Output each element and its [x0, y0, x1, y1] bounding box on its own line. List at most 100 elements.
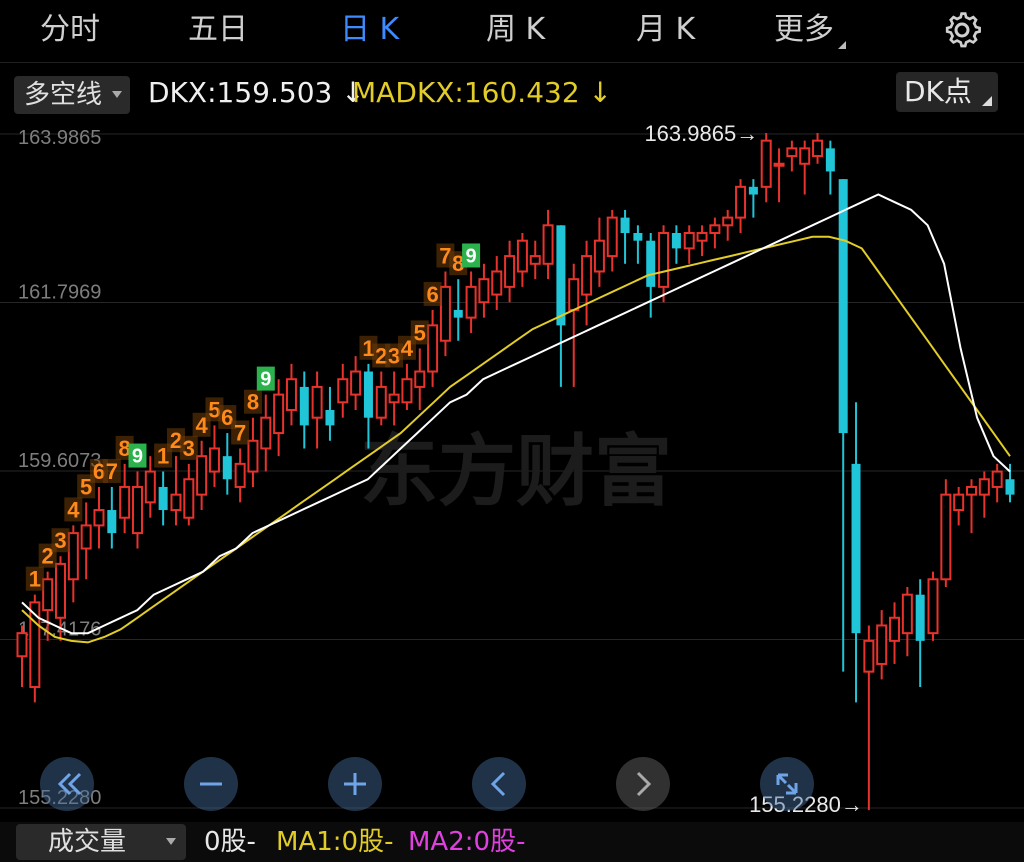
tab-weekly-k[interactable]: 周 K: [486, 8, 545, 52]
td-count-label: 9: [260, 369, 271, 391]
candle-body: [67, 532, 79, 581]
scroll-left-button[interactable]: [472, 757, 526, 811]
candle-body: [838, 179, 848, 434]
tab-monthly-k[interactable]: 月 K: [636, 8, 695, 52]
candle-body: [516, 239, 528, 273]
reset-view-button[interactable]: [760, 757, 814, 811]
tab-daily-k[interactable]: 日 K: [340, 8, 399, 52]
corner-triangle-icon: [981, 96, 992, 106]
td-count-label: 9: [466, 245, 477, 267]
tab-intraday[interactable]: 分时: [40, 8, 100, 52]
left-icon: [490, 771, 506, 797]
candle-body: [158, 486, 168, 511]
candle-body: [709, 224, 721, 235]
dropdown-arrow-icon: [112, 91, 123, 98]
candle-body: [183, 478, 195, 519]
volume-select-label: 成交量: [48, 827, 127, 857]
period-tab-bar: 分时 五日 日 K 周 K 月 K 更多: [0, 0, 1024, 62]
candle-body: [915, 594, 925, 641]
candle-body: [671, 233, 681, 249]
reset-icon: [776, 773, 798, 795]
candle-body: [927, 578, 939, 635]
candle-body: [80, 524, 92, 550]
indicator-select-label: 多空线: [24, 80, 103, 110]
candle-body: [863, 639, 875, 673]
candle-body: [16, 632, 28, 658]
candle-body: [196, 455, 208, 496]
candle-body: [953, 493, 965, 512]
y-axis-label: 159.6073: [18, 450, 101, 472]
candle-body: [234, 462, 246, 488]
candle-body: [876, 624, 888, 665]
volume-ma2: MA2:0股-: [408, 827, 526, 857]
candle-body: [388, 393, 400, 404]
candle-body: [478, 278, 490, 304]
kline-chart[interactable]: 东方财富 163.9865161.7969159.6073157.4176155…: [0, 118, 1024, 820]
candle-body: [812, 139, 824, 158]
candle-body: [646, 240, 656, 287]
candle-body: [940, 493, 952, 581]
candle-body: [337, 378, 349, 404]
candle-body: [427, 324, 439, 373]
candle-body: [735, 185, 747, 219]
tab-more-label: 更多: [774, 12, 834, 47]
candle-body: [260, 416, 272, 450]
gear-icon[interactable]: [940, 10, 984, 50]
tab-divider: [0, 62, 1024, 63]
candle-body: [1005, 479, 1015, 495]
tab-five-day[interactable]: 五日: [188, 8, 248, 52]
candle-body: [144, 470, 156, 504]
candle-body: [889, 616, 901, 642]
candle-body: [593, 239, 605, 273]
candle-body: [760, 139, 772, 188]
candle-body: [131, 485, 143, 535]
candle-body: [93, 509, 105, 527]
candle-body: [42, 578, 54, 612]
dkx-line: [21, 193, 1011, 635]
candle-body: [325, 409, 335, 426]
candle-body: [363, 371, 373, 418]
candle-body: [773, 162, 785, 167]
candle-body: [851, 463, 861, 634]
volume-ma1: MA1:0股-: [276, 827, 394, 857]
high-price-mark: 163.9865→: [644, 121, 758, 146]
zoom-out-button[interactable]: [184, 757, 238, 811]
candle-body: [465, 285, 477, 319]
candle-body: [581, 255, 593, 296]
indicator-lines: [21, 193, 1011, 644]
double-left-icon: [57, 772, 82, 796]
candle-body: [414, 370, 426, 388]
scroll-right-button[interactable]: [616, 757, 670, 811]
candle-body: [748, 186, 758, 195]
candle-body: [633, 233, 643, 241]
candle-body: [696, 232, 708, 242]
scroll-start-button[interactable]: [40, 757, 94, 811]
td-count-label: 1: [29, 567, 41, 592]
indicator-bar: 多空线 DKX:159.503 ↓ MADKX:160.432 ↓ DK点: [0, 70, 1024, 116]
candle-body: [208, 447, 220, 473]
candle-body: [556, 225, 566, 326]
tab-more[interactable]: 更多: [774, 8, 846, 52]
td-count-label: 3: [54, 528, 66, 553]
watermark: 东方财富: [360, 427, 672, 517]
dk-point-button[interactable]: DK点: [896, 72, 998, 112]
candle-body: [350, 370, 362, 396]
candle-body: [568, 278, 580, 311]
candle-body: [786, 147, 798, 158]
candle-body: [311, 385, 323, 419]
zoom-in-button[interactable]: [328, 757, 382, 811]
indicator-select[interactable]: 多空线: [14, 76, 131, 114]
volume-select[interactable]: 成交量: [16, 824, 186, 860]
y-axis-labels: 163.9865161.7969159.6073157.4176155.2280: [18, 127, 101, 809]
candle-body: [375, 385, 387, 419]
dropdown-arrow-icon: [166, 838, 176, 845]
y-axis-label: 163.9865: [18, 127, 101, 149]
y-axis-label: 161.7969: [18, 282, 101, 304]
candle-body: [529, 255, 541, 265]
candle-body: [799, 147, 811, 165]
right-icon: [636, 771, 652, 797]
candle-body: [978, 478, 990, 496]
candle-body: [606, 216, 618, 258]
candle-body: [991, 470, 1003, 488]
candle-body: [504, 255, 516, 288]
